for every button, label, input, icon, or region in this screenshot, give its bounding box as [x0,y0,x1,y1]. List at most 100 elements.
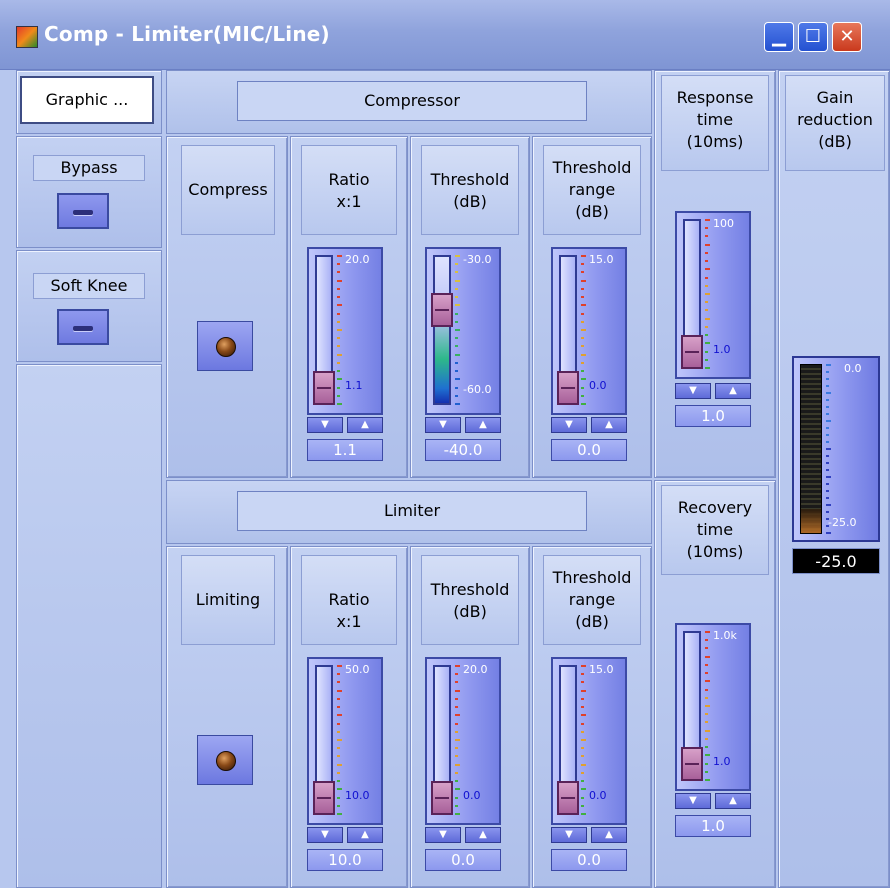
scale-tick [705,260,708,263]
lim-threshold-down-button[interactable]: ▼ [425,827,461,843]
recovery-up-button[interactable]: ▲ [715,793,751,809]
scale-tick [581,780,584,783]
response-time-thumb[interactable] [681,335,703,369]
response-label-1: Response [676,88,754,107]
maximize-button[interactable]: ☐ [798,22,828,52]
lim-threshold-scale [455,665,460,815]
lim-ratio-thumb[interactable] [313,781,335,815]
soft-knee-toggle[interactable] [57,309,109,345]
lim-range-thumb[interactable] [557,781,579,815]
close-button[interactable]: ✕ [832,22,862,52]
scale-tick [705,639,708,642]
lim-range-max-label: 15.0 [589,663,614,676]
lim-ratio-up-button[interactable]: ▲ [347,827,383,843]
comp-range-value[interactable]: 0.0 [551,439,627,461]
comp-ratio-thumb[interactable] [313,371,335,405]
limiting-label: Limiting [195,590,261,609]
recovery-down-button[interactable]: ▼ [675,793,711,809]
response-up-button[interactable]: ▲ [715,383,751,399]
scale-tick [705,754,710,757]
limiting-button[interactable] [197,735,253,785]
scale-tick [337,714,342,717]
scale-tick [337,386,340,389]
comp-threshold-value[interactable]: -40.0 [425,439,501,461]
graphic-button[interactable]: Graphic ... [20,76,154,124]
scale-tick [337,337,340,340]
lim-range-value[interactable]: 0.0 [551,849,627,871]
comp-ratio-value[interactable]: 1.1 [307,439,383,461]
comp-threshold-min-label: -60.0 [463,383,492,396]
comp-range-down-button[interactable]: ▼ [551,417,587,433]
app-icon [16,26,38,48]
comp-ratio-down-button[interactable]: ▼ [307,417,343,433]
lim-threshold-value[interactable]: 0.0 [425,849,501,871]
lim-range-steppers: ▼ ▲ [551,827,627,843]
scale-tick [337,681,340,684]
comp-threshold-track[interactable] [433,255,451,405]
scale-tick [705,746,708,749]
comp-ratio-slider[interactable]: 20.0 1.1 [307,247,383,415]
lim-ratio-value[interactable]: 10.0 [307,849,383,871]
comp-threshold-down-button[interactable]: ▼ [425,417,461,433]
lim-threshold-min-label: 0.0 [463,789,481,802]
bypass-toggle[interactable] [57,193,109,229]
comp-ratio-up-button[interactable]: ▲ [347,417,383,433]
scale-tick [581,255,586,257]
scale-tick [581,312,584,315]
lim-ratio-label-2: x:1 [336,612,362,631]
scale-tick [337,329,342,331]
comp-range-steppers: ▼ ▲ [551,417,627,433]
scale-tick [337,689,342,692]
lim-threshold-thumb[interactable] [431,781,453,815]
comp-range-min-label: 0.0 [589,379,607,392]
recovery-time-thumb[interactable] [681,747,703,781]
meter-tick [826,511,829,513]
window-title: Comp - Limiter(MIC/Line) [44,22,330,46]
lim-threshold-panel: Threshold (dB) 20.0 0.0 ▼ ▲ 0.0 [410,546,530,888]
comp-threshold-up-button[interactable]: ▲ [465,417,501,433]
recovery-value[interactable]: 1.0 [675,815,751,837]
scale-tick [581,788,586,791]
lim-range-slider[interactable]: 15.0 0.0 [551,657,627,825]
compress-button[interactable] [197,321,253,371]
scale-tick [337,378,342,381]
scale-tick [581,722,584,725]
comp-range-thumb[interactable] [557,371,579,405]
response-time-slider[interactable]: 100 1.0 [675,211,751,379]
recovery-time-slider[interactable]: 1.0k 1.0 [675,623,751,791]
scale-tick [455,747,458,750]
scale-tick [581,681,584,684]
comp-threshold-thumb[interactable] [431,293,453,328]
lim-range-down-button[interactable]: ▼ [551,827,587,843]
comp-range-up-button[interactable]: ▲ [591,417,627,433]
recovery-time-max-label: 1.0k [713,629,737,642]
comp-threshold-label-2: (dB) [453,192,487,211]
scale-tick [705,696,708,699]
scale-tick [705,721,708,724]
scale-tick [581,697,584,700]
response-down-button[interactable]: ▼ [675,383,711,399]
comp-threshold-slider[interactable]: -30.0 -60.0 [425,247,501,415]
minimize-button[interactable]: ▁ [764,22,794,52]
scale-tick [581,353,586,356]
meter-tick [826,420,831,422]
lim-threshold-slider[interactable]: 20.0 0.0 [425,657,501,825]
scale-tick [455,263,458,266]
lim-ratio-slider[interactable]: 50.0 10.0 [307,657,383,825]
meter-max-label: 0.0 [844,362,862,375]
scale-tick [705,647,708,650]
lim-range-header: Threshold range (dB) [543,555,641,645]
lim-ratio-down-button[interactable]: ▼ [307,827,343,843]
lim-range-up-button[interactable]: ▲ [591,827,627,843]
title-bar[interactable]: Comp - Limiter(MIC/Line) ▁ ☐ ✕ [0,0,890,70]
lim-threshold-up-button[interactable]: ▲ [465,827,501,843]
scale-tick [705,243,710,246]
comp-range-slider[interactable]: 15.0 0.0 [551,247,627,415]
scale-tick [705,705,710,707]
scale-tick [455,771,458,774]
meter-tick [826,364,831,366]
scale-tick [455,370,458,373]
response-value[interactable]: 1.0 [675,405,751,427]
meter-tick [826,441,829,443]
scale-tick [581,394,584,397]
